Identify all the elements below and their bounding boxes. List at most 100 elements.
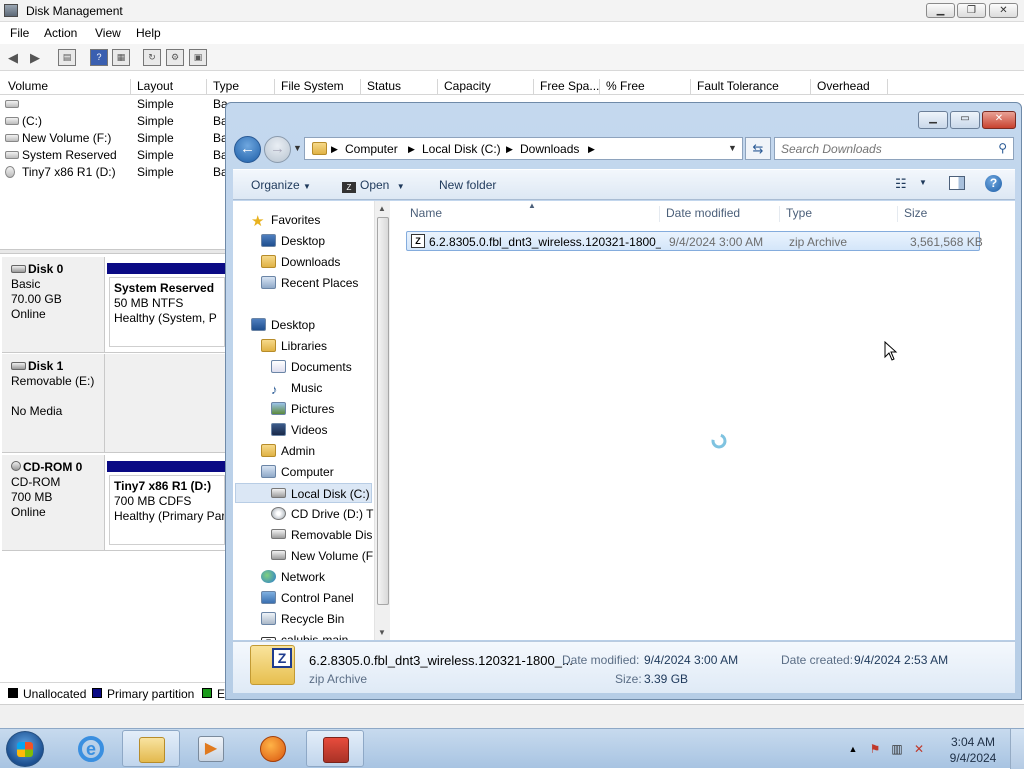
col-layout[interactable]: Layout — [130, 79, 173, 95]
taskbar-disk-management[interactable] — [306, 730, 364, 767]
col-percent-free[interactable]: % Free — [599, 79, 645, 95]
nav-music[interactable]: ♪ Music — [271, 378, 322, 398]
partition-system-reserved[interactable]: System Reserved 50 MB NTFS Healthy (Syst… — [109, 277, 225, 347]
disk-0-info[interactable]: Disk 0 Basic 70.00 GB Online — [2, 257, 105, 353]
col-type[interactable]: Type — [779, 206, 812, 222]
breadcrumb-separator-icon[interactable]: ▶ — [408, 144, 415, 155]
menu-help[interactable]: Help — [136, 26, 161, 40]
breadcrumb-separator-icon[interactable]: ▶ — [331, 144, 338, 155]
back-arrow-icon[interactable]: ◀ — [4, 49, 22, 66]
restore-button[interactable]: ❐ — [957, 3, 986, 18]
search-input[interactable] — [775, 138, 989, 159]
minimize-button[interactable]: ▁ — [926, 3, 955, 18]
preview-pane-icon[interactable] — [949, 176, 965, 190]
settings-icon[interactable]: ⚙ — [166, 49, 184, 66]
scroll-up-icon[interactable]: ▲ — [378, 204, 386, 213]
col-file-system[interactable]: File System — [274, 79, 344, 95]
col-capacity[interactable]: Capacity — [437, 79, 491, 95]
breadcrumb-local-disk[interactable]: Local Disk (C:) — [422, 142, 501, 156]
menu-file[interactable]: File — [10, 26, 29, 40]
console-tree-icon[interactable]: ▤ — [58, 49, 76, 66]
nav-control-panel[interactable]: Control Panel — [261, 588, 354, 608]
navigation-scrollbar[interactable]: ▲ ▼ — [374, 201, 390, 640]
nav-recent-places[interactable]: Recent Places — [261, 273, 358, 293]
breadcrumb-separator-icon[interactable]: ▶ — [506, 144, 513, 155]
rescan-icon[interactable]: ▣ — [189, 49, 207, 66]
col-date-modified[interactable]: Date modified — [659, 206, 740, 222]
breadcrumb-computer[interactable]: Computer — [345, 142, 398, 156]
nav-calubis-main[interactable]: Zcalubis-main — [261, 630, 348, 640]
show-hidden-icons-icon[interactable]: ▲ — [845, 741, 861, 757]
breadcrumb-downloads[interactable]: Downloads — [520, 142, 579, 156]
nav-favorites[interactable]: ★ Favorites — [251, 210, 320, 230]
partition-tiny7[interactable]: Tiny7 x86 R1 (D:) 700 MB CDFS Healthy (P… — [109, 475, 225, 545]
nav-recycle-bin[interactable]: Recycle Bin — [261, 609, 344, 629]
chevron-down-icon[interactable]: ▼ — [919, 178, 927, 187]
refresh-button[interactable]: ⇆ — [745, 137, 771, 160]
nav-pictures[interactable]: Pictures — [271, 399, 334, 419]
menu-action[interactable]: Action — [44, 26, 77, 40]
pane-splitter[interactable] — [0, 249, 230, 254]
back-button[interactable]: ← — [234, 136, 261, 163]
search-box[interactable]: ⚲ — [774, 137, 1014, 160]
col-size[interactable]: Size — [897, 206, 927, 222]
menu-view[interactable]: View — [95, 26, 121, 40]
search-icon[interactable]: ⚲ — [998, 141, 1007, 155]
address-dropdown-icon[interactable]: ▼ — [728, 143, 737, 153]
view-options-icon[interactable]: ☷ — [895, 176, 907, 192]
volume-row[interactable]: Tiny7 x86 R1 (D:) Simple Ba — [0, 164, 230, 181]
forward-button[interactable]: → — [264, 136, 291, 163]
col-free-space[interactable]: Free Spa... — [533, 79, 599, 95]
new-folder-button[interactable]: New folder — [439, 178, 496, 192]
volume-row[interactable]: Simple Ba — [0, 96, 230, 113]
file-row[interactable]: Z 6.2.8305.0.fbl_dnt3_wireless.120321-18… — [406, 231, 983, 251]
clock[interactable]: 3:04 AM 9/4/2024 — [933, 734, 1013, 766]
col-name[interactable]: Name — [404, 206, 442, 222]
nav-libraries[interactable]: Libraries — [261, 336, 327, 356]
scrollbar-thumb[interactable] — [377, 217, 389, 605]
nav-computer[interactable]: Computer — [261, 462, 334, 482]
col-status[interactable]: Status — [360, 79, 401, 95]
breadcrumb-separator-icon[interactable]: ▶ — [588, 144, 595, 155]
help-icon[interactable]: ? — [985, 175, 1002, 192]
network-status-icon[interactable]: ▥ — [889, 741, 905, 757]
help-icon[interactable]: ? — [90, 49, 108, 66]
action-center-icon[interactable]: ⚑ — [867, 741, 883, 757]
volume-row[interactable]: New Volume (F:) Simple Ba — [0, 130, 230, 147]
scroll-down-icon[interactable]: ▼ — [378, 628, 386, 637]
properties-icon[interactable]: ▦ — [112, 49, 130, 66]
recent-pages-icon[interactable]: ▼ — [293, 143, 302, 153]
nav-network[interactable]: Network — [261, 567, 325, 587]
nav-desktop[interactable]: Desktop — [261, 231, 325, 251]
nav-downloads[interactable]: Downloads — [261, 252, 340, 272]
forward-arrow-icon[interactable]: ▶ — [26, 49, 44, 66]
start-button[interactable] — [6, 731, 44, 767]
nav-local-disk-c[interactable]: Local Disk (C:) — [235, 483, 372, 503]
col-fault-tolerance[interactable]: Fault Tolerance — [690, 79, 779, 95]
nav-new-volume[interactable]: New Volume (F — [271, 546, 373, 566]
address-bar[interactable]: ▶ Computer ▶ Local Disk (C:) ▶ Downloads… — [304, 137, 743, 160]
nav-desktop-root[interactable]: Desktop — [251, 315, 315, 335]
minimize-button[interactable]: ▁ — [918, 111, 948, 129]
open-button[interactable]: Z Open ▼ — [342, 178, 405, 193]
nav-documents[interactable]: Documents — [271, 357, 352, 377]
nav-removable-disk[interactable]: Removable Dis — [271, 525, 372, 545]
volume-row[interactable]: System Reserved Simple Ba — [0, 147, 230, 164]
maximize-button[interactable]: ▭ — [950, 111, 980, 129]
taskbar-internet-explorer[interactable]: e — [62, 730, 120, 767]
disk-1-info[interactable]: Disk 1 Removable (E:) No Media — [2, 354, 105, 453]
taskbar-app-orange[interactable] — [244, 730, 302, 767]
volume-muted-icon[interactable]: ✕ — [911, 741, 927, 757]
close-button[interactable]: ✕ — [989, 3, 1018, 18]
cdrom-0-info[interactable]: CD-ROM 0 CD-ROM 700 MB Online — [2, 455, 105, 551]
taskbar-windows-explorer[interactable] — [122, 730, 180, 767]
nav-cd-drive[interactable]: CD Drive (D:) T — [271, 504, 373, 524]
col-type[interactable]: Type — [206, 79, 239, 95]
col-volume[interactable]: Volume — [2, 79, 48, 95]
show-desktop-button[interactable] — [1010, 729, 1024, 769]
taskbar-media-player[interactable]: ▶ — [182, 730, 240, 767]
refresh-icon[interactable]: ↻ — [143, 49, 161, 66]
col-overhead[interactable]: Overhead — [810, 79, 870, 95]
organize-button[interactable]: Organize ▼ — [251, 178, 311, 192]
nav-admin[interactable]: Admin — [261, 441, 315, 461]
